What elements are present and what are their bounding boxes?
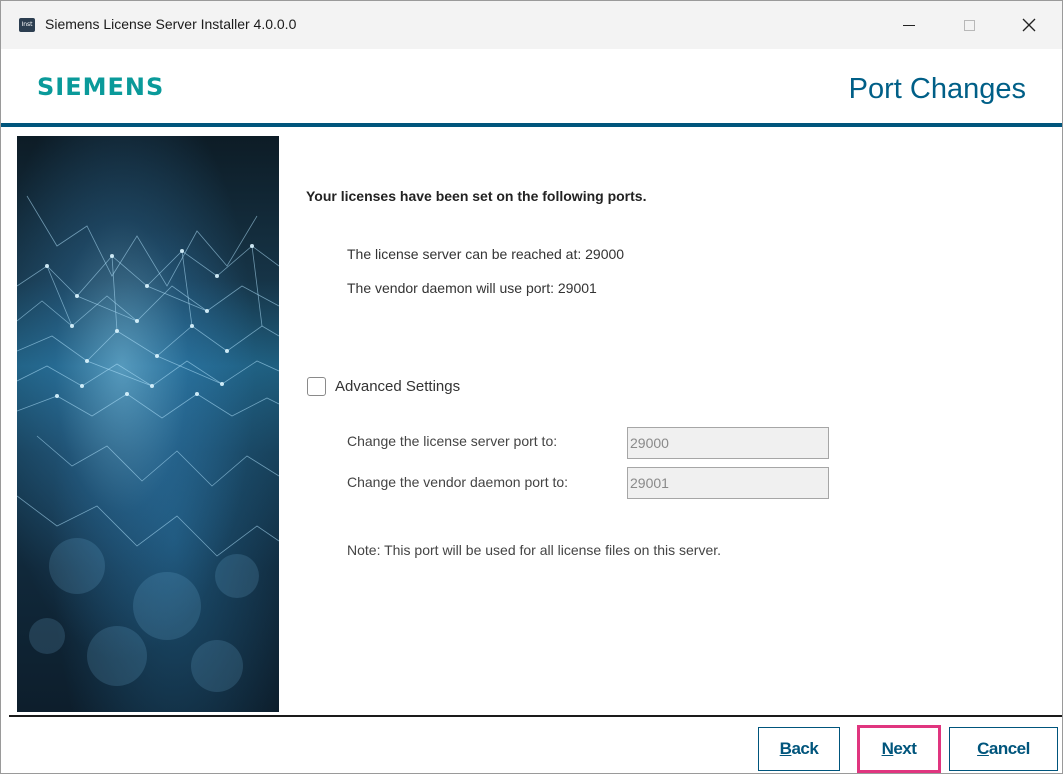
advanced-settings-toggle[interactable]: Advanced Settings (307, 375, 460, 397)
siemens-logo: SIEMENS (37, 73, 165, 101)
port-note: Note: This port will be used for all lic… (347, 542, 722, 558)
minimize-icon (903, 24, 915, 26)
cancel-mnemonic: C (977, 739, 989, 758)
close-button[interactable] (1006, 1, 1052, 49)
page-title: Port Changes (848, 73, 1026, 105)
window-title: Siemens License Server Installer 4.0.0.0 (45, 16, 297, 32)
installer-window: Inst Siemens License Server Installer 4.… (0, 0, 1063, 774)
network-lines (17, 195, 279, 692)
cancel-button[interactable]: Cancel (949, 727, 1058, 771)
title-bar[interactable]: Inst Siemens License Server Installer 4.… (1, 1, 1062, 49)
advanced-settings-label[interactable]: Advanced Settings (335, 378, 460, 395)
vendor-daemon-port-label: Change the vendor daemon port to: (347, 474, 569, 490)
footer-divider (9, 715, 1062, 717)
back-label: ack (791, 739, 819, 758)
intro-text: Your licenses have been set on the follo… (306, 188, 647, 204)
minimize-button[interactable] (886, 1, 932, 49)
back-mnemonic: B (779, 739, 792, 758)
header-divider (1, 123, 1062, 127)
back-button[interactable]: Back (758, 727, 840, 771)
cancel-label: ancel (988, 739, 1030, 758)
close-icon (1022, 18, 1036, 32)
advanced-settings-checkbox[interactable] (307, 376, 326, 396)
network-illustration (17, 136, 279, 712)
license-server-port-info: The license server can be reached at: 29… (347, 246, 625, 262)
maximize-icon (963, 19, 975, 31)
next-label: ext (893, 739, 917, 758)
next-button[interactable]: Next (857, 725, 941, 773)
app-icon: Inst (19, 18, 35, 32)
license-server-port-input[interactable] (627, 427, 829, 459)
maximize-button[interactable] (946, 1, 992, 49)
header: SIEMENS Port Changes (1, 49, 1062, 123)
license-server-port-label: Change the license server port to: (347, 433, 558, 449)
next-mnemonic: N (881, 739, 894, 758)
vendor-daemon-port-input[interactable] (627, 467, 829, 499)
vendor-daemon-port-info: The vendor daemon will use port: 29001 (347, 280, 597, 296)
